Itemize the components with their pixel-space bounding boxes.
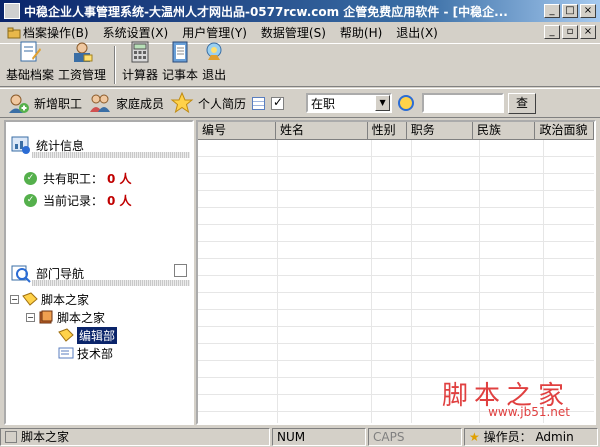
child-restore-button[interactable]: ▫	[562, 25, 578, 39]
watermark-url: www.jb51.net	[488, 405, 570, 419]
close-button[interactable]: ×	[580, 4, 596, 18]
num-indicator: NUM	[272, 428, 366, 446]
tree-child[interactable]: − 脚本之家	[10, 308, 117, 326]
check-icon: ✓	[24, 194, 37, 207]
title-bar: 中稳企业人事管理系统-大温州人才网出品-0577rcw.com 企管免费应用软件…	[0, 0, 600, 22]
app-icon	[4, 3, 20, 19]
child-minimize-button[interactable]: _	[544, 25, 560, 39]
child-close-button[interactable]: ×	[580, 25, 596, 39]
column-header[interactable]: 民族	[473, 122, 536, 140]
dept-checkbox[interactable]	[174, 264, 187, 277]
chevron-down-icon[interactable]: ▼	[375, 95, 391, 111]
basic-archive-button[interactable]: 基础档案	[6, 40, 54, 86]
action-toolbar: 新增职工 家庭成员 个人简历 在职 ▼ 查	[0, 88, 600, 118]
folder-icon	[7, 27, 21, 38]
exit-button[interactable]: 退出	[202, 40, 226, 86]
notebook-icon	[172, 41, 188, 63]
resume-button[interactable]: 个人简历	[170, 91, 246, 115]
add-employee-button[interactable]: 新增职工	[6, 91, 82, 115]
column-header[interactable]: 姓名	[276, 122, 368, 140]
check-icon: ✓	[24, 172, 37, 185]
status-left: 脚本之家	[0, 428, 270, 446]
tree-root[interactable]: − 脚本之家	[10, 290, 117, 308]
status-select[interactable]: 在职 ▼	[306, 93, 393, 113]
column-header[interactable]: 职务	[406, 122, 474, 140]
search-icon	[398, 95, 415, 111]
app-status-icon	[5, 431, 17, 443]
dept-title: 部门导航	[36, 266, 85, 281]
department-tree: − 脚本之家 − 脚本之家 编辑部 技术部	[10, 290, 118, 362]
menu-archive[interactable]: 档案操作(B)	[0, 24, 96, 41]
payroll-icon	[74, 42, 93, 62]
maximize-button[interactable]: □	[562, 4, 578, 18]
collapse-icon[interactable]: −	[26, 312, 35, 322]
dept-divider	[32, 280, 190, 286]
stats-title: 统计信息	[36, 138, 85, 153]
total-employees: ✓ 共有职工： 0 人	[24, 170, 132, 187]
collapse-icon[interactable]: −	[10, 294, 19, 304]
star-icon	[170, 91, 194, 114]
star-icon: ★	[469, 430, 480, 444]
column-header[interactable]: 编号	[198, 122, 276, 140]
menu-bar: 档案操作(B) 系统设置(X) 用户管理(Y) 数据管理(S) 帮助(H) 退出…	[0, 22, 600, 42]
main-toolbar: 基础档案 工资管理 计算器 记事本 退出	[0, 40, 600, 87]
tree-item-editorial[interactable]: 编辑部	[10, 326, 118, 344]
search-button[interactable]: 查	[508, 92, 537, 114]
column-header[interactable]: 性别	[367, 122, 407, 140]
file-edit-icon	[20, 41, 41, 62]
menu-users[interactable]: 用户管理(Y)	[175, 24, 254, 41]
minimize-button[interactable]: _	[544, 4, 560, 18]
grid-header: 编号 姓名 性别 职务 民族 政治面貌	[198, 122, 594, 140]
family-members-button[interactable]: 家庭成员	[88, 91, 164, 115]
family-icon	[90, 94, 111, 112]
search-input[interactable]	[422, 93, 505, 113]
book-icon	[39, 310, 53, 324]
notebook-button[interactable]: 记事本	[162, 40, 198, 86]
tag-icon	[58, 328, 74, 342]
department-search-icon	[11, 265, 31, 283]
calculator-icon	[131, 41, 149, 63]
tree-item-tech[interactable]: 技术部	[10, 344, 117, 362]
window-title: 中稳企业人事管理系统-大温州人才网出品-0577rcw.com 企管免费应用软件…	[24, 4, 508, 19]
filter-checkbox[interactable]	[271, 95, 285, 110]
tag-icon	[22, 292, 38, 306]
status-bar: 脚本之家 NUM CAPS ★ 操作员： Admin	[0, 427, 600, 447]
caps-indicator: CAPS	[368, 428, 462, 446]
stats-divider	[32, 152, 190, 158]
operator-info: ★ 操作员： Admin	[464, 428, 598, 446]
calculator-button[interactable]: 计算器	[122, 40, 158, 86]
left-panel: 统计信息 ✓ 共有职工： 0 人 ✓ 当前记录： 0 人 部门导航 − 脚本之家…	[4, 120, 194, 425]
statistics-icon	[11, 136, 30, 154]
toolbar-separator	[114, 46, 117, 84]
card-icon	[58, 347, 74, 359]
current-records: ✓ 当前记录： 0 人	[24, 192, 132, 209]
exit-icon	[206, 42, 222, 60]
payroll-button[interactable]: 工资管理	[58, 40, 106, 86]
add-user-icon	[9, 94, 29, 113]
menu-exit[interactable]: 退出(X)	[389, 24, 445, 41]
grid-view-icon[interactable]	[252, 96, 266, 110]
column-header[interactable]: 政治面貌	[535, 122, 594, 140]
menu-data[interactable]: 数据管理(S)	[254, 24, 333, 41]
menu-help[interactable]: 帮助(H)	[333, 24, 389, 41]
menu-settings[interactable]: 系统设置(X)	[96, 24, 176, 41]
